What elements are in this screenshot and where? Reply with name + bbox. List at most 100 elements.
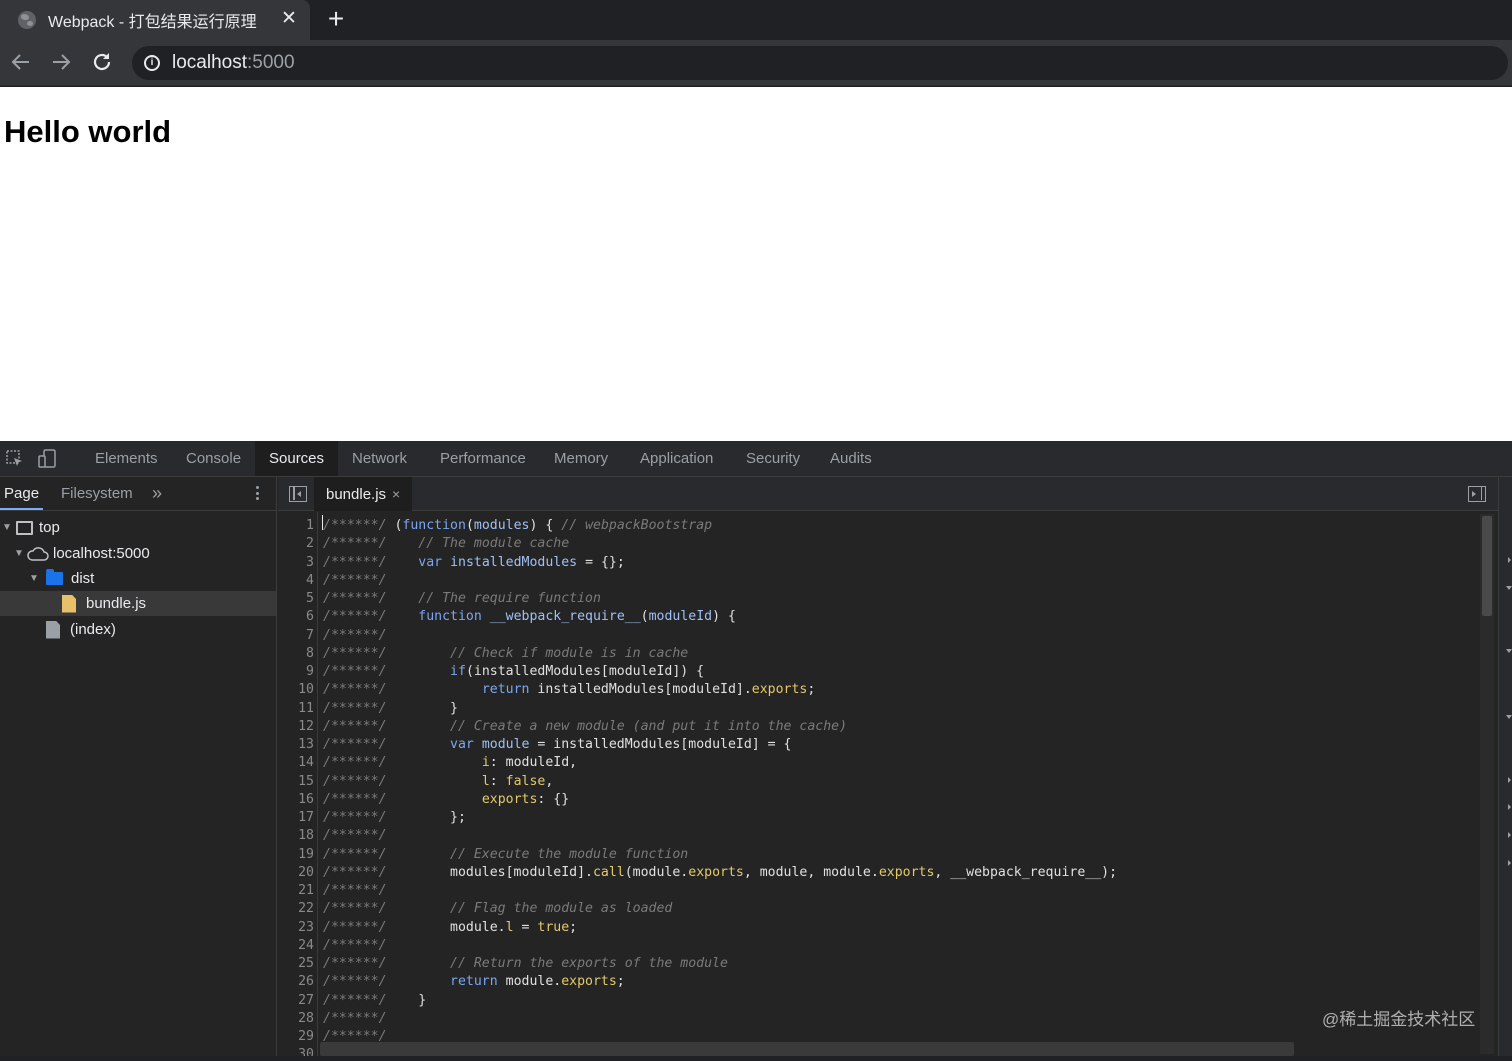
code-text: /******/ (323, 937, 387, 955)
horizontal-scrollbar[interactable] (320, 1042, 1294, 1056)
code-line[interactable]: 15 /******/ l: false, (278, 773, 1438, 791)
code-line[interactable]: 8 /******/ // Check if module is in cache (278, 645, 1438, 663)
address-bar[interactable]: i localhost:5000 (132, 46, 1508, 80)
tree-item-top[interactable]: ▼ top (0, 515, 276, 540)
kebab-menu-icon[interactable] (250, 486, 264, 502)
editor-file-tab[interactable]: bundle.js × (314, 477, 413, 511)
tab-application[interactable]: Application (630, 441, 723, 476)
device-toolbar-icon[interactable] (37, 449, 57, 469)
line-number[interactable]: 22 (278, 900, 314, 918)
line-number[interactable]: 15 (278, 773, 314, 791)
code-line[interactable]: 5 /******/ // The require function (278, 590, 1438, 608)
code-line[interactable]: 12 /******/ // Create a new module (and p… (278, 718, 1438, 736)
inspect-element-icon[interactable] (5, 449, 25, 469)
code-line[interactable]: 16 /******/ exports: {} (278, 791, 1438, 809)
vertical-scrollbar[interactable] (1480, 514, 1494, 1054)
code-line[interactable]: 22 /******/ // Flag the module as loaded (278, 900, 1438, 918)
new-tab-button[interactable]: + (322, 4, 350, 34)
tree-item-dist[interactable]: ▼ dist (0, 566, 276, 591)
line-number[interactable]: 12 (278, 718, 314, 736)
line-number[interactable]: 16 (278, 791, 314, 809)
line-number[interactable]: 18 (278, 827, 314, 845)
code-line[interactable]: 2 /******/ // The module cache (278, 535, 1438, 553)
close-file-icon[interactable]: × (392, 486, 400, 502)
code-line[interactable]: 10 /******/ return installedModules[modul… (278, 681, 1438, 699)
line-number[interactable]: 9 (278, 663, 314, 681)
line-number[interactable]: 20 (278, 864, 314, 882)
line-number[interactable]: 8 (278, 645, 314, 663)
tab-page[interactable]: Page (0, 477, 44, 510)
more-tabs-icon[interactable]: » (152, 477, 162, 509)
line-number[interactable]: 28 (278, 1010, 314, 1028)
tab-security[interactable]: Security (736, 441, 810, 476)
line-number[interactable]: 30 (278, 1046, 314, 1056)
reload-icon[interactable] (90, 50, 114, 74)
tab-filesystem[interactable]: Filesystem (61, 477, 133, 510)
forward-arrow-icon[interactable] (49, 50, 73, 74)
code-line[interactable]: 18 /******/ (278, 827, 1438, 845)
code-line[interactable]: 7 /******/ (278, 627, 1438, 645)
scrollbar-thumb[interactable] (1482, 516, 1492, 616)
code-line[interactable]: 21 /******/ (278, 882, 1438, 900)
code-line[interactable]: 17 /******/ }; (278, 809, 1438, 827)
code-line[interactable]: 3 /******/ var installedModules = {}; (278, 554, 1438, 572)
line-number[interactable]: 24 (278, 937, 314, 955)
line-number[interactable]: 2 (278, 535, 314, 553)
line-number[interactable]: 13 (278, 736, 314, 754)
code-line[interactable]: 19 /******/ // Execute the module functio… (278, 846, 1438, 864)
line-number[interactable]: 1 (278, 517, 314, 535)
code-line[interactable]: 26 /******/ return module.exports; (278, 973, 1438, 991)
tab-console[interactable]: Console (176, 441, 251, 476)
line-number[interactable]: 7 (278, 627, 314, 645)
code-line[interactable]: 20 /******/ modules[moduleId].call(module… (278, 864, 1438, 882)
tree-item-index[interactable]: (index) (0, 617, 276, 642)
code-line[interactable]: 28 /******/ (278, 1010, 1438, 1028)
line-number[interactable]: 14 (278, 754, 314, 772)
code-line[interactable]: 25 /******/ // Return the exports of the … (278, 955, 1438, 973)
line-number[interactable]: 6 (278, 608, 314, 626)
line-number[interactable]: 29 (278, 1028, 314, 1046)
line-number[interactable]: 10 (278, 681, 314, 699)
browser-tab-active[interactable]: Webpack - 打包结果运行原理 ✕ (0, 0, 310, 40)
line-number[interactable]: 27 (278, 992, 314, 1010)
code-line[interactable]: 1 /******/ (function(modules) { // webpac… (278, 517, 1438, 535)
line-number[interactable]: 23 (278, 919, 314, 937)
line-number[interactable]: 11 (278, 700, 314, 718)
tab-network[interactable]: Network (342, 441, 417, 476)
tab-memory[interactable]: Memory (544, 441, 618, 476)
code-line[interactable]: 9 /******/ if(installedModules[moduleId])… (278, 663, 1438, 681)
line-number[interactable]: 17 (278, 809, 314, 827)
code-line[interactable]: 11 /******/ } (278, 700, 1438, 718)
line-number[interactable]: 25 (278, 955, 314, 973)
code-line[interactable]: 27 /******/ } (278, 992, 1438, 1010)
tab-elements[interactable]: Elements (85, 441, 168, 476)
debugger-collapsed-strip[interactable] (1498, 477, 1512, 1056)
toggle-navigator-icon[interactable] (289, 486, 307, 502)
code-content[interactable]: 1/******/ (function(modules) { // webpac… (278, 512, 1498, 1056)
line-number[interactable]: 4 (278, 572, 314, 590)
expand-arrow-icon[interactable]: ▼ (2, 522, 12, 533)
tree-item-bundle[interactable]: bundle.js (0, 591, 276, 616)
expand-arrow-icon[interactable]: ▼ (29, 573, 39, 584)
line-number[interactable]: 21 (278, 882, 314, 900)
line-number[interactable]: 5 (278, 590, 314, 608)
code-line[interactable]: 13 /******/ var module = installedModules… (278, 736, 1438, 754)
site-info-icon[interactable]: i (144, 55, 160, 71)
expand-arrow-icon[interactable]: ▼ (14, 548, 24, 559)
line-number[interactable]: 3 (278, 554, 314, 572)
code-line[interactable]: 6 /******/ function __webpack_require__(m… (278, 608, 1438, 626)
line-number[interactable]: 19 (278, 846, 314, 864)
tab-performance[interactable]: Performance (430, 441, 536, 476)
back-arrow-icon[interactable] (9, 50, 33, 74)
code-line[interactable]: 23 /******/ module.l = true; (278, 919, 1438, 937)
tree-item-host[interactable]: ▼ localhost:5000 (0, 541, 276, 566)
devtools-panel: Elements Console Sources Network Perform… (0, 441, 1512, 1056)
close-tab-icon[interactable]: ✕ (278, 8, 300, 30)
line-number[interactable]: 26 (278, 973, 314, 991)
code-line[interactable]: 4 /******/ (278, 572, 1438, 590)
code-line[interactable]: 24 /******/ (278, 937, 1438, 955)
tab-sources[interactable]: Sources (255, 441, 339, 476)
tab-audits[interactable]: Audits (820, 441, 882, 476)
code-line[interactable]: 14 /******/ i: moduleId, (278, 754, 1438, 772)
toggle-debugger-icon[interactable] (1468, 486, 1486, 502)
